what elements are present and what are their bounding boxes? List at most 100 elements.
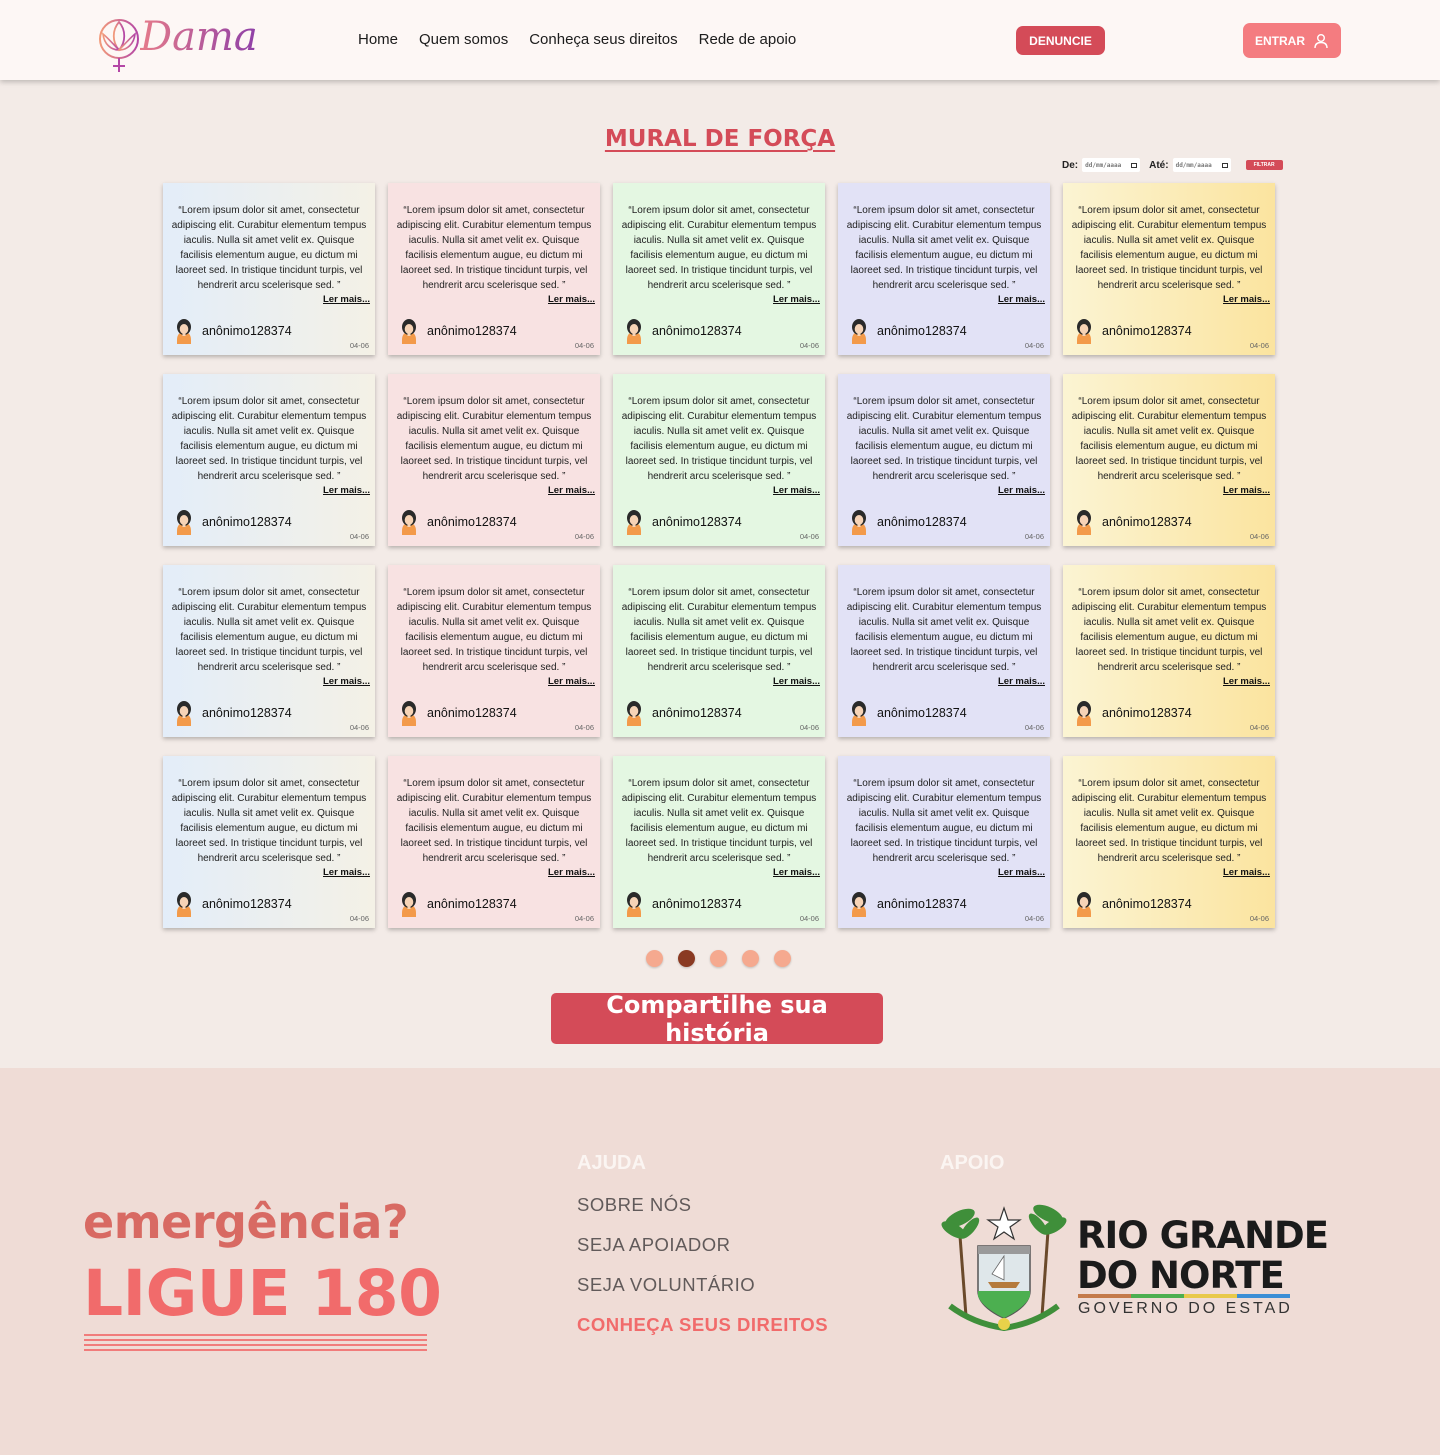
- story-card[interactable]: “Lorem ipsum dolor sit amet, consectetur…: [613, 183, 825, 355]
- entrar-button[interactable]: ENTRAR: [1243, 23, 1341, 58]
- link-sobre-nos[interactable]: SOBRE NÓS: [577, 1194, 828, 1234]
- read-more-link[interactable]: Ler mais...: [773, 867, 820, 878]
- story-card[interactable]: “Lorem ipsum dolor sit amet, consectetur…: [613, 565, 825, 737]
- story-card[interactable]: “Lorem ipsum dolor sit amet, consectetur…: [163, 183, 375, 355]
- story-text: “Lorem ipsum dolor sit amet, consectetur…: [1071, 778, 1267, 864]
- read-more-link[interactable]: Ler mais...: [548, 294, 595, 305]
- share-story-button[interactable]: Compartilhe sua história: [551, 991, 883, 1047]
- story-text: “Lorem ipsum dolor sit amet, consectetur…: [846, 587, 1042, 673]
- mural-title: MURAL DE FORÇA: [604, 126, 836, 152]
- nav-home[interactable]: Home: [358, 31, 398, 48]
- story-author: anônimo128374: [877, 706, 967, 720]
- read-more-link[interactable]: Ler mais...: [1223, 676, 1270, 687]
- pagination-dot[interactable]: [742, 950, 759, 967]
- story-card[interactable]: “Lorem ipsum dolor sit amet, consectetur…: [163, 565, 375, 737]
- story-text: “Lorem ipsum dolor sit amet, consectetur…: [621, 396, 817, 482]
- nav-direitos[interactable]: Conheça seus direitos: [529, 31, 677, 48]
- read-more-link[interactable]: Ler mais...: [1223, 485, 1270, 496]
- read-more-link[interactable]: Ler mais...: [323, 867, 370, 878]
- nav-quem-somos[interactable]: Quem somos: [419, 31, 508, 48]
- story-date: 04-06: [574, 914, 594, 923]
- story-card[interactable]: “Lorem ipsum dolor sit amet, consectetur…: [388, 756, 600, 928]
- story-author: anônimo128374: [652, 897, 742, 911]
- date-from-placeholder: dd/mm/aaaa: [1085, 161, 1122, 169]
- story-card[interactable]: “Lorem ipsum dolor sit amet, consectetur…: [1063, 756, 1275, 928]
- read-more-link[interactable]: Ler mais...: [1223, 294, 1270, 305]
- read-more-link[interactable]: Ler mais...: [548, 485, 595, 496]
- story-text: “Lorem ipsum dolor sit amet, consectetur…: [1071, 205, 1267, 291]
- dama-logo[interactable]: Dama: [96, 14, 258, 74]
- help-links: SOBRE NÓS SEJA APOIADOR SEJA VOLUNTÁRIO …: [577, 1194, 828, 1354]
- nav-rede-apoio[interactable]: Rede de apoio: [699, 31, 797, 48]
- read-more-link[interactable]: Ler mais...: [548, 676, 595, 687]
- filtrar-button[interactable]: FILTRAR: [1245, 160, 1283, 170]
- read-more-link[interactable]: Ler mais...: [773, 676, 820, 687]
- story-date: 04-06: [1024, 723, 1044, 732]
- read-more-link[interactable]: Ler mais...: [548, 867, 595, 878]
- call-180[interactable]: LIGUE 180: [83, 1257, 442, 1330]
- story-card[interactable]: “Lorem ipsum dolor sit amet, consectetur…: [388, 565, 600, 737]
- story-author: anônimo128374: [202, 324, 292, 338]
- avatar-icon: [624, 318, 644, 344]
- logo-text: Dama: [140, 14, 258, 60]
- read-more-link[interactable]: Ler mais...: [323, 294, 370, 305]
- story-date: 04-06: [349, 341, 369, 350]
- story-card[interactable]: “Lorem ipsum dolor sit amet, consectetur…: [388, 183, 600, 355]
- story-card[interactable]: “Lorem ipsum dolor sit amet, consectetur…: [838, 374, 1050, 546]
- read-more-link[interactable]: Ler mais...: [773, 485, 820, 496]
- rn-government-logo[interactable]: RIO GRANDE DO NORTE GOVERNO DO ESTADO: [940, 1196, 1329, 1336]
- read-more-link[interactable]: Ler mais...: [323, 676, 370, 687]
- read-more-link[interactable]: Ler mais...: [323, 485, 370, 496]
- story-card[interactable]: “Lorem ipsum dolor sit amet, consectetur…: [613, 374, 825, 546]
- pagination-dot[interactable]: [710, 950, 727, 967]
- read-more-link[interactable]: Ler mais...: [998, 676, 1045, 687]
- gov-name-line2: DO NORTE: [1077, 1254, 1285, 1297]
- story-text: “Lorem ipsum dolor sit amet, consectetur…: [846, 778, 1042, 864]
- story-date: 04-06: [349, 723, 369, 732]
- avatar-icon: [849, 318, 869, 344]
- story-author: anônimo128374: [427, 515, 517, 529]
- story-card[interactable]: “Lorem ipsum dolor sit amet, consectetur…: [838, 565, 1050, 737]
- site-footer: emergência? LIGUE 180 AJUDA SOBRE NÓS SE…: [0, 1068, 1440, 1455]
- link-seja-apoiador[interactable]: SEJA APOIADOR: [577, 1234, 828, 1274]
- story-card[interactable]: “Lorem ipsum dolor sit amet, consectetur…: [838, 183, 1050, 355]
- denuncie-button[interactable]: DENUNCIE: [1016, 26, 1105, 55]
- date-to-input[interactable]: dd/mm/aaaa: [1172, 158, 1231, 172]
- lotus-venus-icon: [99, 19, 139, 72]
- story-text: “Lorem ipsum dolor sit amet, consectetur…: [621, 587, 817, 673]
- date-from-input[interactable]: dd/mm/aaaa: [1082, 158, 1141, 172]
- story-author: anônimo128374: [1102, 515, 1192, 529]
- story-card[interactable]: “Lorem ipsum dolor sit amet, consectetur…: [613, 756, 825, 928]
- pagination-dot[interactable]: [678, 950, 695, 967]
- story-date: 04-06: [574, 532, 594, 541]
- story-card[interactable]: “Lorem ipsum dolor sit amet, consectetur…: [1063, 565, 1275, 737]
- read-more-link[interactable]: Ler mais...: [998, 294, 1045, 305]
- read-more-link[interactable]: Ler mais...: [773, 294, 820, 305]
- link-conheca-direitos[interactable]: CONHEÇA SEUS DIREITOS: [577, 1314, 828, 1354]
- read-more-link[interactable]: Ler mais...: [1223, 867, 1270, 878]
- date-to-placeholder: dd/mm/aaaa: [1175, 161, 1212, 169]
- pagination-dot[interactable]: [646, 950, 663, 967]
- story-card[interactable]: “Lorem ipsum dolor sit amet, consectetur…: [838, 756, 1050, 928]
- story-author: anônimo128374: [1102, 706, 1192, 720]
- story-card[interactable]: “Lorem ipsum dolor sit amet, consectetur…: [1063, 183, 1275, 355]
- avatar-icon: [1074, 891, 1094, 917]
- avatar-icon: [624, 891, 644, 917]
- avatar-icon: [624, 509, 644, 535]
- calendar-icon: [1221, 162, 1228, 168]
- story-text: “Lorem ipsum dolor sit amet, consectetur…: [396, 205, 592, 291]
- read-more-link[interactable]: Ler mais...: [998, 867, 1045, 878]
- story-text: “Lorem ipsum dolor sit amet, consectetur…: [396, 396, 592, 482]
- gov-name: RIO GRANDE DO NORTE: [1077, 1216, 1329, 1297]
- story-card[interactable]: “Lorem ipsum dolor sit amet, consectetur…: [163, 756, 375, 928]
- story-card[interactable]: “Lorem ipsum dolor sit amet, consectetur…: [388, 374, 600, 546]
- main-nav: Home Quem somos Conheça seus direitos Re…: [358, 31, 796, 48]
- link-seja-voluntario[interactable]: SEJA VOLUNTÁRIO: [577, 1274, 828, 1314]
- read-more-link[interactable]: Ler mais...: [998, 485, 1045, 496]
- story-card[interactable]: “Lorem ipsum dolor sit amet, consectetur…: [163, 374, 375, 546]
- story-author: anônimo128374: [202, 897, 292, 911]
- story-date: 04-06: [349, 914, 369, 923]
- story-text: “Lorem ipsum dolor sit amet, consectetur…: [1071, 396, 1267, 482]
- pagination-dot[interactable]: [774, 950, 791, 967]
- story-card[interactable]: “Lorem ipsum dolor sit amet, consectetur…: [1063, 374, 1275, 546]
